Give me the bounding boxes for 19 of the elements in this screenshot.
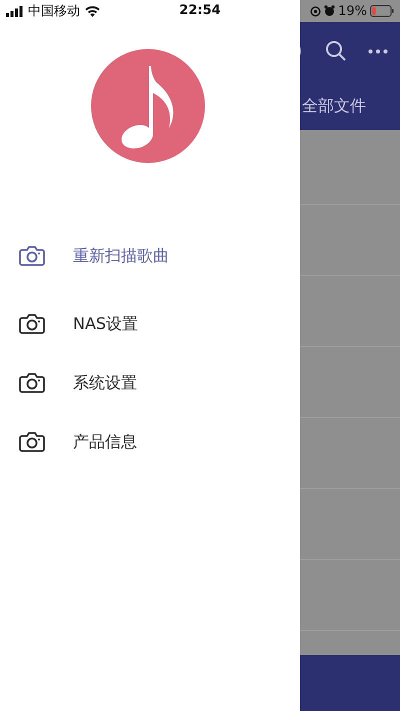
menu-item[interactable]: 系统设置 <box>0 363 300 403</box>
wifi-icon <box>85 6 100 16</box>
alarm-icon <box>324 5 336 17</box>
camera-icon <box>19 245 45 267</box>
camera-icon <box>19 372 45 394</box>
menu-item[interactable]: 产品信息 <box>0 422 300 462</box>
signal-icon <box>6 6 23 16</box>
rotation-lock-icon <box>310 6 322 16</box>
battery-icon <box>370 5 394 17</box>
camera-icon <box>19 431 45 453</box>
carrier-name: 中国移动 <box>28 3 80 20</box>
status-time: 22:54 <box>179 3 221 18</box>
menu-item[interactable]: 重新扫描歌曲 <box>0 236 300 276</box>
more-icon[interactable] <box>368 49 388 54</box>
search-icon[interactable] <box>325 40 347 62</box>
folder-tab[interactable]: 全部文件 <box>302 96 366 117</box>
battery-percent: 19% <box>338 4 367 18</box>
menu-item[interactable]: NAS设置 <box>0 304 300 344</box>
camera-icon <box>19 313 45 335</box>
